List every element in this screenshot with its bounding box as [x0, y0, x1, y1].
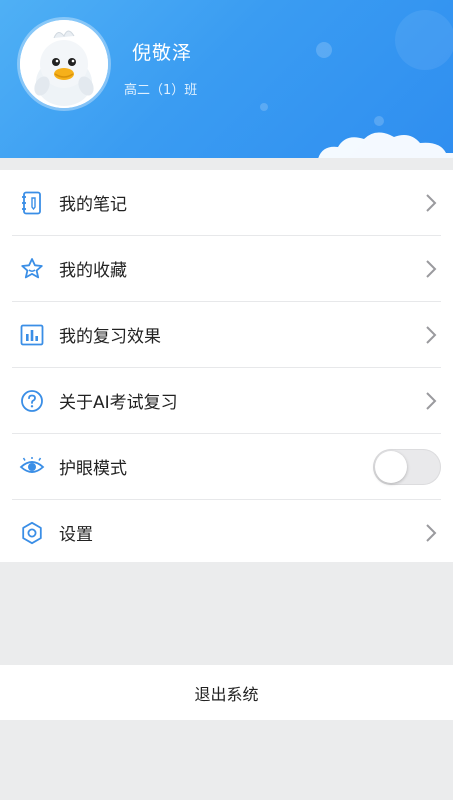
decor-bubble	[260, 103, 268, 111]
notebook-icon	[19, 190, 45, 216]
avatar[interactable]	[20, 20, 108, 108]
eye-icon	[19, 454, 45, 480]
menu-item-review-results[interactable]: 我的复习效果	[12, 302, 441, 368]
decor-bubble	[316, 42, 332, 58]
duck-avatar-icon	[20, 20, 108, 108]
chevron-right-icon	[426, 325, 437, 344]
bar-chart-icon	[19, 322, 45, 348]
logout-button[interactable]: 退出系统	[0, 665, 453, 720]
cloud-decoration	[318, 132, 453, 158]
toggle-knob	[375, 450, 407, 483]
chevron-right-icon	[426, 193, 437, 212]
menu-label: 我的笔记	[59, 195, 127, 215]
menu-item-favorites[interactable]: 我的收藏	[12, 236, 441, 302]
menu-label: 护眼模式	[59, 459, 127, 479]
profile-header: 倪敬泽 高二（1）班	[0, 0, 453, 158]
gear-icon	[19, 520, 45, 546]
menu-item-settings[interactable]: 设置	[12, 500, 441, 565]
star-icon	[19, 256, 45, 282]
menu-label: 我的收藏	[59, 261, 127, 281]
user-name: 倪敬泽	[132, 42, 193, 64]
menu-label: 设置	[59, 525, 93, 545]
menu-label: 我的复习效果	[59, 327, 161, 347]
user-class: 高二（1）班	[124, 83, 198, 98]
menu-item-about[interactable]: 关于AI考试复习	[12, 368, 441, 434]
decor-bubble	[395, 10, 453, 70]
menu-list: 我的笔记 我的收藏 我的复习效果 关于AI考试复习 护眼模式 设置	[0, 170, 453, 562]
chevron-right-icon	[426, 391, 437, 410]
chevron-right-icon	[426, 259, 437, 278]
chevron-right-icon	[426, 523, 437, 542]
question-circle-icon	[19, 388, 45, 414]
menu-item-notes[interactable]: 我的笔记	[12, 170, 441, 236]
menu-label: 关于AI考试复习	[59, 393, 178, 413]
eye-mode-toggle[interactable]	[373, 448, 441, 485]
menu-item-eye-mode: 护眼模式	[12, 434, 441, 500]
